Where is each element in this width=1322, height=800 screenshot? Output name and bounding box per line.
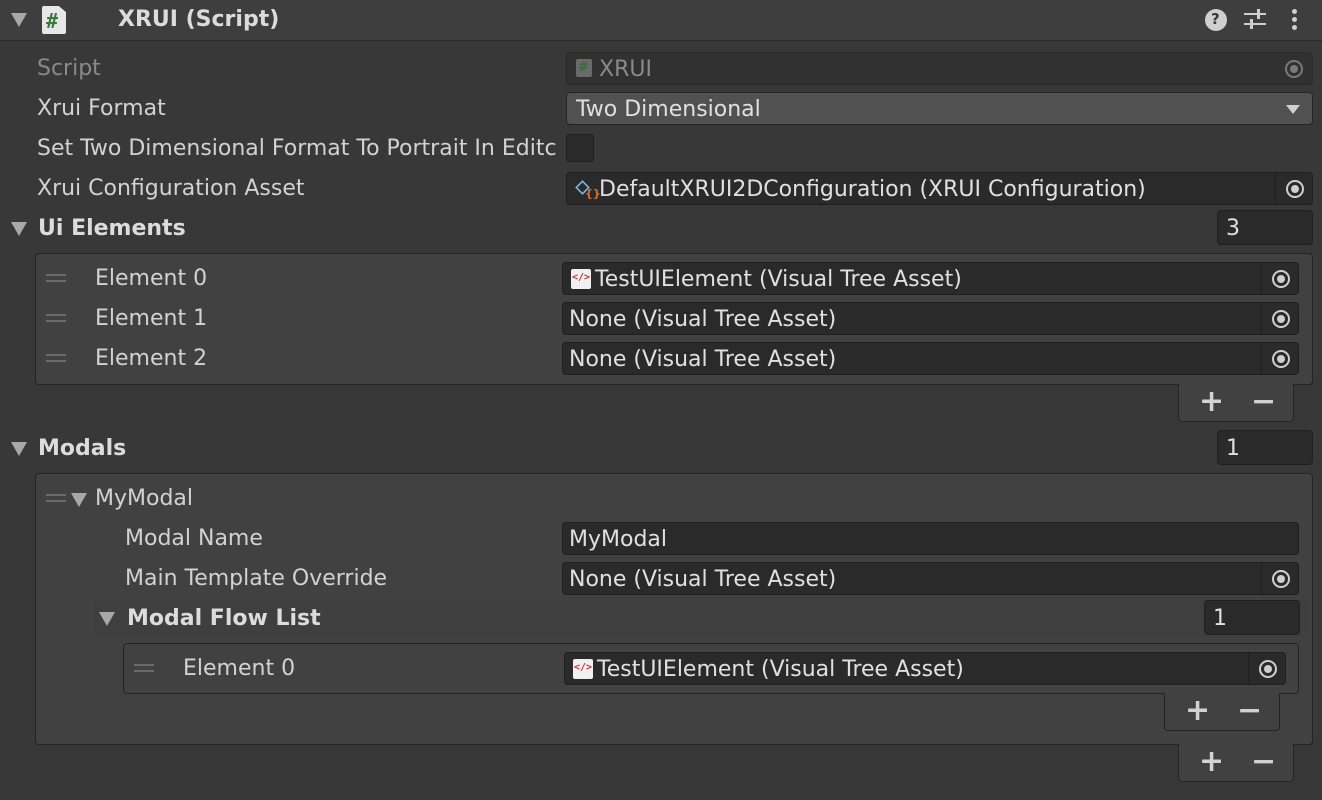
ui-element-1-label: Element 1: [95, 306, 208, 331]
modals-add-remove: + −: [1178, 744, 1294, 782]
ui-elements-foldout-arrow[interactable]: [11, 222, 27, 236]
modals-label[interactable]: Modals: [38, 438, 126, 460]
modal-item-name[interactable]: MyModal: [95, 488, 193, 510]
portrait-label-clip: Set Two Dimensional Format To Portrait I…: [37, 138, 564, 164]
help-glyph: ?: [1211, 10, 1220, 28]
ui-element-2-label: Element 2: [95, 346, 208, 371]
flow-list-foldout-arrow[interactable]: [99, 612, 115, 626]
script-value: XRUI: [599, 57, 652, 82]
more-options-icon[interactable]: [1290, 8, 1300, 32]
ui-element-0-label: Element 0: [95, 266, 208, 291]
script-file-icon: #: [576, 59, 592, 77]
drag-handle-icon[interactable]: [46, 314, 66, 322]
template-override-value: None (Visual Tree Asset): [569, 567, 837, 592]
drag-handle-icon[interactable]: [46, 494, 66, 502]
format-dropdown[interactable]: Two Dimensional: [566, 92, 1313, 125]
flow-list-label[interactable]: Modal Flow List: [127, 608, 321, 630]
presets-icon[interactable]: [1244, 8, 1268, 32]
format-label: Xrui Format: [37, 96, 166, 121]
drag-handle-icon[interactable]: [46, 354, 66, 362]
template-override-label: Main Template Override: [125, 566, 388, 591]
flow-element-0-picker-icon[interactable]: [1248, 653, 1285, 684]
chevron-down-icon: [1286, 105, 1300, 114]
modal-name-value: MyModal: [569, 527, 668, 552]
config-field[interactable]: {} DefaultXRUI2DConfiguration (XRUI Conf…: [566, 172, 1313, 205]
ui-element-1-field[interactable]: None (Visual Tree Asset): [562, 302, 1299, 335]
ui-element-2-value: None (Visual Tree Asset): [569, 347, 837, 372]
component-foldout-arrow[interactable]: [11, 13, 27, 27]
ui-elements-count[interactable]: 3: [1217, 210, 1313, 245]
drag-handle-icon[interactable]: [46, 274, 66, 282]
ui-elements-label[interactable]: Ui Elements: [38, 218, 186, 240]
modal-name-label: Modal Name: [125, 526, 263, 551]
portrait-toggle[interactable]: [566, 134, 594, 162]
ui-element-1-picker-icon[interactable]: [1261, 303, 1298, 334]
template-override-field[interactable]: None (Visual Tree Asset): [562, 562, 1299, 595]
ui-elements-count-value: 3: [1226, 216, 1240, 241]
ui-element-2-picker-icon[interactable]: [1261, 343, 1298, 374]
modal-item-foldout-arrow[interactable]: [71, 493, 87, 507]
flow-list-count-value: 1: [1213, 606, 1227, 631]
script-label: Script: [37, 56, 101, 81]
modals-foldout-arrow[interactable]: [11, 442, 27, 456]
flow-element-0-field[interactable]: TestUIElement (Visual Tree Asset): [564, 652, 1286, 685]
component-title: XRUI (Script): [118, 7, 280, 32]
drag-handle-icon[interactable]: [134, 664, 154, 672]
config-asset-icon: {}: [575, 180, 601, 200]
add-modal-button[interactable]: +: [1199, 747, 1224, 777]
ui-element-0-picker-icon[interactable]: [1261, 263, 1298, 294]
remove-modal-button[interactable]: −: [1251, 747, 1276, 777]
script-field: # XRUI: [566, 52, 1313, 85]
help-icon[interactable]: ?: [1205, 9, 1227, 31]
script-icon: #: [42, 6, 66, 34]
flow-list-count[interactable]: 1: [1204, 600, 1300, 635]
config-value: DefaultXRUI2DConfiguration (XRUI Configu…: [599, 177, 1146, 202]
script-picker-icon: [1275, 53, 1312, 84]
visual-tree-asset-icon: [571, 269, 591, 289]
modals-count-value: 1: [1226, 436, 1240, 461]
ui-element-0-value: TestUIElement (Visual Tree Asset): [595, 267, 962, 292]
modal-name-input[interactable]: MyModal: [562, 522, 1299, 555]
portrait-label: Set Two Dimensional Format To Portrait I…: [37, 138, 557, 161]
ui-element-2-field[interactable]: None (Visual Tree Asset): [562, 342, 1299, 375]
add-ui-element-button[interactable]: +: [1199, 387, 1224, 417]
flow-list-add-remove: + −: [1164, 693, 1280, 731]
visual-tree-asset-icon: [573, 659, 593, 679]
ui-element-1-value: None (Visual Tree Asset): [569, 307, 837, 332]
template-override-picker-icon[interactable]: [1261, 563, 1298, 594]
flow-element-0-label: Element 0: [183, 656, 296, 681]
flow-element-0-value: TestUIElement (Visual Tree Asset): [597, 657, 964, 682]
ui-elements-add-remove: + −: [1178, 384, 1294, 422]
remove-flow-element-button[interactable]: −: [1237, 696, 1262, 726]
config-picker-icon[interactable]: [1275, 173, 1312, 204]
remove-ui-element-button[interactable]: −: [1251, 387, 1276, 417]
add-flow-element-button[interactable]: +: [1185, 696, 1210, 726]
config-label: Xrui Configuration Asset: [37, 176, 305, 201]
format-value: Two Dimensional: [576, 97, 761, 122]
modals-count[interactable]: 1: [1217, 430, 1313, 465]
ui-element-0-field[interactable]: TestUIElement (Visual Tree Asset): [562, 262, 1299, 295]
